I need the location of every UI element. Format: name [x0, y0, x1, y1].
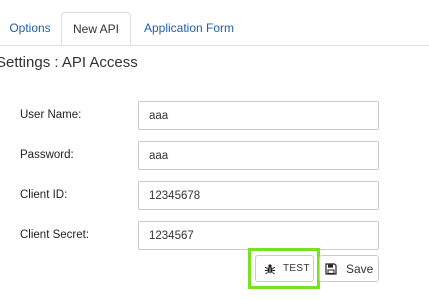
- save-button[interactable]: Save: [319, 255, 379, 282]
- tab-new-api[interactable]: New API: [61, 12, 131, 46]
- bug-icon: [264, 263, 276, 275]
- client-secret-input[interactable]: [138, 221, 379, 250]
- client-secret-label: Client Secret:: [20, 229, 90, 241]
- section-title: Settings : API Access: [0, 54, 138, 71]
- tab-options[interactable]: Options: [0, 12, 60, 45]
- client-id-input[interactable]: [138, 181, 379, 210]
- test-button-label: TEST: [283, 263, 310, 274]
- password-row: Password:: [0, 141, 429, 170]
- password-input[interactable]: [138, 141, 379, 170]
- tab-bar: Options New API Application Form: [0, 0, 429, 46]
- tab-divider: [0, 45, 429, 46]
- tab-application-form[interactable]: Application Form: [140, 12, 238, 45]
- user-name-input[interactable]: [138, 101, 379, 130]
- test-button[interactable]: TEST: [255, 255, 314, 282]
- user-name-label: User Name:: [20, 109, 82, 121]
- password-label: Password:: [20, 149, 74, 161]
- client-id-label: Client ID:: [20, 189, 68, 201]
- user-name-row: User Name:: [0, 101, 429, 130]
- floppy-disk-icon: [325, 262, 337, 275]
- client-secret-row: Client Secret:: [0, 221, 429, 250]
- save-button-label: Save: [346, 261, 374, 276]
- client-id-row: Client ID:: [0, 181, 429, 210]
